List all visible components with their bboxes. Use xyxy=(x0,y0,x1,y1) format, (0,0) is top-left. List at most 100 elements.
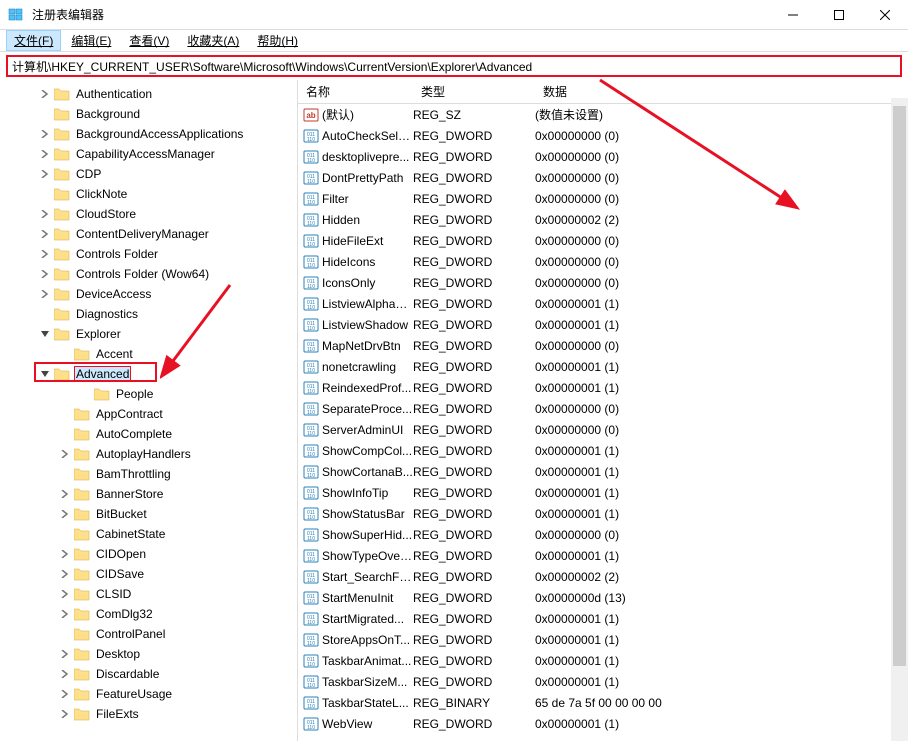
list-row[interactable]: StoreAppsOnT...REG_DWORD0x00000001 (1) xyxy=(298,629,908,650)
tree-node[interactable]: Controls Folder (Wow64) xyxy=(0,264,297,284)
chevron-right-icon[interactable] xyxy=(58,547,72,561)
list-row[interactable]: MapNetDrvBtnREG_DWORD0x00000000 (0) xyxy=(298,335,908,356)
list-row[interactable]: TaskbarSizeM...REG_DWORD0x00000001 (1) xyxy=(298,671,908,692)
tree-node[interactable]: BitBucket xyxy=(0,504,297,524)
list-row[interactable]: FilterREG_DWORD0x00000000 (0) xyxy=(298,188,908,209)
tree-node[interactable]: ControlPanel xyxy=(0,624,297,644)
tree-node[interactable]: ContentDeliveryManager xyxy=(0,224,297,244)
tree-node[interactable]: CIDOpen xyxy=(0,544,297,564)
tree-node[interactable]: CabinetState xyxy=(0,524,297,544)
chevron-right-icon[interactable] xyxy=(58,487,72,501)
menu-view[interactable]: 查看(V) xyxy=(121,30,177,51)
list-row[interactable]: ServerAdminUIREG_DWORD0x00000000 (0) xyxy=(298,419,908,440)
menu-favorites[interactable]: 收藏夹(A) xyxy=(179,30,247,51)
list-row[interactable]: ListviewShadowREG_DWORD0x00000001 (1) xyxy=(298,314,908,335)
tree-node[interactable]: Controls Folder xyxy=(0,244,297,264)
list-row[interactable]: ShowCortanaB...REG_DWORD0x00000001 (1) xyxy=(298,461,908,482)
menu-edit[interactable]: 编辑(E) xyxy=(63,30,119,51)
tree-node[interactable]: AppContract xyxy=(0,404,297,424)
list-row[interactable]: ShowTypeOver...REG_DWORD0x00000001 (1) xyxy=(298,545,908,566)
tree-node[interactable]: FileExts xyxy=(0,704,297,724)
list-row[interactable]: StartMenuInitREG_DWORD0x0000000d (13) xyxy=(298,587,908,608)
chevron-right-icon[interactable] xyxy=(58,647,72,661)
scrollbar-thumb[interactable] xyxy=(893,106,906,666)
chevron-right-icon[interactable] xyxy=(58,447,72,461)
list-row[interactable]: StartMigrated...REG_DWORD0x00000001 (1) xyxy=(298,608,908,629)
list-row[interactable]: ShowCompCol...REG_DWORD0x00000001 (1) xyxy=(298,440,908,461)
maximize-button[interactable] xyxy=(816,0,862,30)
chevron-down-icon[interactable] xyxy=(38,327,52,341)
list-row[interactable]: ShowStatusBarREG_DWORD0x00000001 (1) xyxy=(298,503,908,524)
tree-node[interactable]: Explorer xyxy=(0,324,297,344)
list-row[interactable]: DontPrettyPathREG_DWORD0x00000000 (0) xyxy=(298,167,908,188)
chevron-right-icon[interactable] xyxy=(38,227,52,241)
menu-file[interactable]: 文件(F) xyxy=(6,30,61,51)
chevron-right-icon[interactable] xyxy=(58,687,72,701)
tree-node[interactable]: CLSID xyxy=(0,584,297,604)
tree-node[interactable]: BamThrottling xyxy=(0,464,297,484)
column-header-data[interactable]: 数据 xyxy=(535,80,908,103)
tree-node[interactable]: ComDlg32 xyxy=(0,604,297,624)
chevron-right-icon[interactable] xyxy=(38,267,52,281)
tree-node[interactable]: BackgroundAccessApplications xyxy=(0,124,297,144)
tree-node[interactable]: BannerStore xyxy=(0,484,297,504)
chevron-right-icon[interactable] xyxy=(38,147,52,161)
values-list[interactable]: 名称 类型 数据 (默认)REG_SZ(数值未设置)AutoCheckSelec… xyxy=(298,80,908,741)
minimize-button[interactable] xyxy=(770,0,816,30)
tree-node[interactable]: CDP xyxy=(0,164,297,184)
list-row[interactable]: WebViewREG_DWORD0x00000001 (1) xyxy=(298,713,908,734)
list-row[interactable]: SeparateProce...REG_DWORD0x00000000 (0) xyxy=(298,398,908,419)
list-row[interactable]: ListviewAlphaS...REG_DWORD0x00000001 (1) xyxy=(298,293,908,314)
tree-node[interactable]: Desktop xyxy=(0,644,297,664)
tree-node[interactable]: People xyxy=(0,384,297,404)
tree-node[interactable]: Diagnostics xyxy=(0,304,297,324)
close-button[interactable] xyxy=(862,0,908,30)
column-header-type[interactable]: 类型 xyxy=(413,80,535,103)
tree-node[interactable]: CIDSave xyxy=(0,564,297,584)
tree-node[interactable]: Advanced xyxy=(0,364,297,384)
tree-node[interactable]: FeatureUsage xyxy=(0,684,297,704)
tree-node[interactable]: CapabilityAccessManager xyxy=(0,144,297,164)
list-row[interactable]: Start_SearchFilesREG_DWORD0x00000002 (2) xyxy=(298,566,908,587)
chevron-down-icon[interactable] xyxy=(38,367,52,381)
list-row[interactable]: desktoplivepre...REG_DWORD0x00000000 (0) xyxy=(298,146,908,167)
registry-tree[interactable]: AuthenticationBackgroundBackgroundAccess… xyxy=(0,80,298,741)
chevron-right-icon[interactable] xyxy=(38,207,52,221)
list-row[interactable]: ShowInfoTipREG_DWORD0x00000001 (1) xyxy=(298,482,908,503)
list-row[interactable]: HiddenREG_DWORD0x00000002 (2) xyxy=(298,209,908,230)
column-header-name[interactable]: 名称 xyxy=(298,80,413,103)
chevron-right-icon[interactable] xyxy=(58,587,72,601)
address-input[interactable] xyxy=(6,55,902,77)
chevron-right-icon[interactable] xyxy=(58,607,72,621)
list-row[interactable]: TaskbarStateL...REG_BINARY65 de 7a 5f 00… xyxy=(298,692,908,713)
list-row[interactable]: HideIconsREG_DWORD0x00000000 (0) xyxy=(298,251,908,272)
tree-node[interactable]: ClickNote xyxy=(0,184,297,204)
chevron-right-icon[interactable] xyxy=(38,167,52,181)
list-row[interactable]: (默认)REG_SZ(数值未设置) xyxy=(298,104,908,125)
tree-node[interactable]: DeviceAccess xyxy=(0,284,297,304)
chevron-right-icon[interactable] xyxy=(58,567,72,581)
chevron-right-icon[interactable] xyxy=(38,127,52,141)
chevron-right-icon[interactable] xyxy=(38,87,52,101)
list-row[interactable]: nonetcrawlingREG_DWORD0x00000001 (1) xyxy=(298,356,908,377)
menu-help[interactable]: 帮助(H) xyxy=(249,30,306,51)
tree-node[interactable]: Authentication xyxy=(0,84,297,104)
vertical-scrollbar[interactable] xyxy=(891,98,908,741)
tree-node[interactable]: CloudStore xyxy=(0,204,297,224)
list-row[interactable]: AutoCheckSelectREG_DWORD0x00000000 (0) xyxy=(298,125,908,146)
tree-node[interactable]: AutoComplete xyxy=(0,424,297,444)
list-row[interactable]: ReindexedProf...REG_DWORD0x00000001 (1) xyxy=(298,377,908,398)
chevron-right-icon[interactable] xyxy=(58,667,72,681)
chevron-right-icon[interactable] xyxy=(58,507,72,521)
list-row[interactable]: ShowSuperHid...REG_DWORD0x00000000 (0) xyxy=(298,524,908,545)
chevron-right-icon[interactable] xyxy=(38,247,52,261)
tree-node[interactable]: Accent xyxy=(0,344,297,364)
chevron-right-icon[interactable] xyxy=(58,707,72,721)
tree-node[interactable]: Background xyxy=(0,104,297,124)
list-row[interactable]: TaskbarAnimat...REG_DWORD0x00000001 (1) xyxy=(298,650,908,671)
tree-node[interactable]: AutoplayHandlers xyxy=(0,444,297,464)
list-row[interactable]: IconsOnlyREG_DWORD0x00000000 (0) xyxy=(298,272,908,293)
list-row[interactable]: HideFileExtREG_DWORD0x00000000 (0) xyxy=(298,230,908,251)
tree-node[interactable]: Discardable xyxy=(0,664,297,684)
chevron-right-icon[interactable] xyxy=(38,287,52,301)
